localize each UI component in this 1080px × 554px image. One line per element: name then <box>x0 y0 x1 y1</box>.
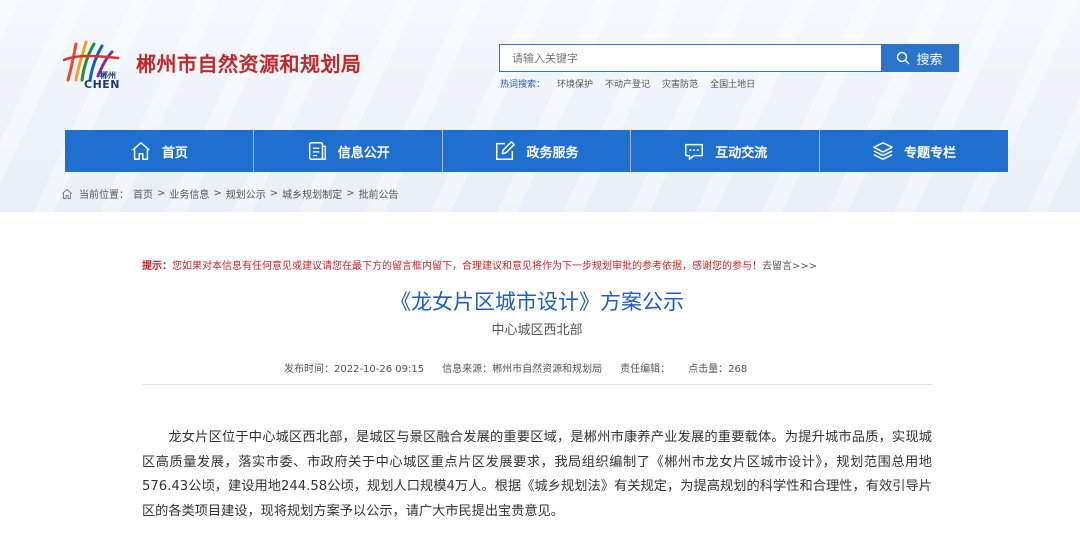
breadcrumb-link[interactable]: 首页 <box>133 186 153 201</box>
responsible-editor: 责任编辑： <box>620 364 671 375</box>
nav-item-label: 专题专栏 <box>904 145 957 161</box>
nav-item-info-disclosure[interactable]: 信息公开 <box>254 130 443 172</box>
search-icon <box>897 51 910 65</box>
search-button-label: 搜索 <box>916 52 943 68</box>
header-background <box>0 0 1080 212</box>
hot-search-term[interactable]: 灾害防范 <box>662 77 698 90</box>
breadcrumb-link[interactable]: 城乡规划制定 <box>282 186 342 201</box>
site-title[interactable]: 郴州市自然资源和规划局 <box>136 48 362 77</box>
breadcrumb-separator: > <box>346 188 355 199</box>
nav-item-gov-services[interactable]: 政务服务 <box>443 130 632 172</box>
nav-item-special-topics[interactable]: 专题专栏 <box>820 130 1008 172</box>
article-meta: 发布时间：2022-10-26 09:15 信息来源：郴州市自然资源和规划局 责… <box>284 360 747 375</box>
leave-comment-link[interactable]: 去留言>>> <box>762 261 817 272</box>
search-input[interactable] <box>500 45 882 71</box>
article-subtitle: 中心城区西北部 <box>491 323 583 338</box>
chat-icon <box>685 143 704 160</box>
layers-icon <box>873 142 893 160</box>
article-title: 《龙女片区城市设计》方案公示 <box>390 290 684 314</box>
hot-search-label: 热词搜索： <box>500 80 546 90</box>
hot-search-term[interactable]: 全国土地日 <box>710 77 755 90</box>
nav-item-label: 首页 <box>161 145 188 161</box>
nav-item-home[interactable]: 首页 <box>65 130 254 172</box>
breadcrumb-link[interactable]: 批前公告 <box>359 186 399 201</box>
article-body: 龙女片区位于中心城区西北部，是城区与景区融合发展的重要区域，是郴州市康养产业发展… <box>142 430 932 519</box>
article-container: 提示：您如果对本信息有任何意见或建议请您在最下方的留言框内留下，合理建议和意见将… <box>61 212 1013 554</box>
search-box: 搜索 <box>499 44 959 72</box>
breadcrumb-label: 当前位置： <box>79 190 129 201</box>
hot-search-row: 热词搜索： 环境保护 不动产登记 灾害防范 全国土地日 <box>500 77 755 90</box>
nav-item-label: 信息公开 <box>337 145 390 161</box>
publish-time: 发布时间：2022-10-26 09:15 <box>284 364 425 375</box>
hot-search-term[interactable]: 不动产登记 <box>605 77 650 90</box>
breadcrumb-link[interactable]: 规划公示 <box>226 186 266 201</box>
nav-item-label: 政务服务 <box>526 145 579 161</box>
document-icon <box>308 142 326 160</box>
meta-divider <box>142 384 932 385</box>
search-button[interactable]: 搜索 <box>881 45 958 71</box>
home-icon <box>132 142 150 160</box>
breadcrumb-separator: > <box>157 188 166 199</box>
breadcrumb-link[interactable]: 业务信息 <box>169 186 209 201</box>
breadcrumb-separator: > <box>269 188 279 199</box>
nav-item-interaction[interactable]: 互动交流 <box>631 130 821 172</box>
info-source: 信息来源：郴州市自然资源和规划局 <box>442 364 603 375</box>
nav-item-label: 互动交流 <box>715 145 768 161</box>
hot-search-term[interactable]: 环境保护 <box>557 77 593 90</box>
logo-english-text: CHEN <box>84 78 120 91</box>
comment-tip: 提示：您如果对本信息有任何意见或建议请您在最下方的留言框内留下，合理建议和意见将… <box>142 257 817 272</box>
tip-text: 您如果对本信息有任何意见或建议请您在最下方的留言框内留下，合理建议和意见将作为下… <box>172 261 762 272</box>
breadcrumb: 当前位置： 首页 > 业务信息 > 规划公示 > 城乡规划制定 > 批前公告 <box>61 186 399 201</box>
main-nav: 首页 信息公开 政务服务 互动交流 专题专栏 <box>65 130 1008 172</box>
tip-label: 提示： <box>142 261 172 272</box>
home-icon <box>62 188 72 199</box>
breadcrumb-separator: > <box>213 188 222 199</box>
view-count: 点击量：268 <box>688 364 748 375</box>
edit-icon <box>496 141 516 160</box>
